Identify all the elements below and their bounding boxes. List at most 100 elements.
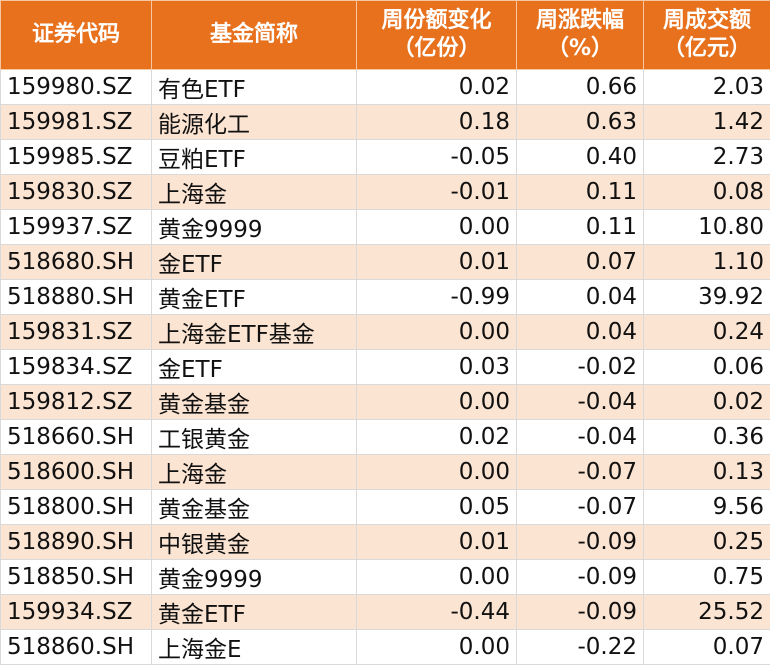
cell-weekly-change: -0.04 (517, 420, 644, 455)
cell-share-change: 0.01 (357, 525, 517, 560)
cell-fund-name: 豆粕ETF (152, 140, 357, 175)
header-turnover-unit: （亿元） (663, 36, 751, 61)
cell-share-change: 0.00 (357, 455, 517, 490)
cell-weekly-change: -0.22 (517, 630, 644, 665)
cell-turnover: 1.10 (644, 245, 770, 280)
cell-share-change: -0.05 (357, 140, 517, 175)
cell-weekly-change: -0.07 (517, 490, 644, 525)
cell-security-code: 518600.SH (1, 455, 152, 490)
cell-turnover: 0.36 (644, 420, 770, 455)
cell-share-change: 0.00 (357, 315, 517, 350)
cell-turnover: 39.92 (644, 280, 770, 315)
table-row: 518680.SH金ETF0.010.071.10 (1, 245, 770, 280)
cell-fund-name: 黄金基金 (152, 490, 357, 525)
cell-weekly-change: -0.07 (517, 455, 644, 490)
cell-security-code: 518890.SH (1, 525, 152, 560)
cell-weekly-change: -0.09 (517, 595, 644, 630)
cell-share-change: 0.02 (357, 420, 517, 455)
table-row: 518850.SH黄金99990.00-0.090.75 (1, 560, 770, 595)
header-fund-name: 基金简称 (152, 1, 357, 70)
cell-fund-name: 中银黄金 (152, 525, 357, 560)
cell-share-change: 0.00 (357, 210, 517, 245)
cell-security-code: 518860.SH (1, 630, 152, 665)
table-row: 518890.SH中银黄金0.01-0.090.25 (1, 525, 770, 560)
cell-share-change: 0.00 (357, 560, 517, 595)
cell-weekly-change: 0.04 (517, 315, 644, 350)
cell-security-code: 159985.SZ (1, 140, 152, 175)
cell-weekly-change: 0.11 (517, 175, 644, 210)
header-security-code-label: 证券代码 (32, 22, 120, 47)
cell-share-change: 0.03 (357, 350, 517, 385)
cell-fund-name: 黄金ETF (152, 280, 357, 315)
cell-weekly-change: -0.04 (517, 385, 644, 420)
cell-security-code: 518660.SH (1, 420, 152, 455)
cell-turnover: 0.13 (644, 455, 770, 490)
header-share-change-label: 周份额变化 (381, 8, 491, 33)
header-weekly-change-label: 周涨跌幅 (536, 8, 624, 33)
cell-security-code: 518680.SH (1, 245, 152, 280)
cell-weekly-change: 0.40 (517, 140, 644, 175)
cell-fund-name: 有色ETF (152, 70, 357, 105)
cell-turnover: 10.80 (644, 210, 770, 245)
table-row: 159812.SZ黄金基金0.00-0.040.02 (1, 385, 770, 420)
cell-fund-name: 黄金9999 (152, 560, 357, 595)
cell-fund-name: 上海金ETF基金 (152, 315, 357, 350)
table-row: 518860.SH上海金E0.00-0.220.07 (1, 630, 770, 665)
cell-turnover: 0.06 (644, 350, 770, 385)
header-security-code: 证券代码 (1, 1, 152, 70)
header-row: 证券代码 基金简称 周份额变化 （亿份） 周涨跌幅 （%） 周成交额 （亿元） (1, 1, 770, 70)
table-row: 518600.SH上海金0.00-0.070.13 (1, 455, 770, 490)
etf-data-table: 证券代码 基金简称 周份额变化 （亿份） 周涨跌幅 （%） 周成交额 （亿元） … (0, 0, 770, 665)
cell-fund-name: 黄金9999 (152, 210, 357, 245)
cell-weekly-change: -0.09 (517, 525, 644, 560)
cell-weekly-change: 0.07 (517, 245, 644, 280)
cell-fund-name: 能源化工 (152, 105, 357, 140)
cell-turnover: 9.56 (644, 490, 770, 525)
table-row: 159834.SZ金ETF0.03-0.020.06 (1, 350, 770, 385)
cell-fund-name: 金ETF (152, 245, 357, 280)
header-weekly-change: 周涨跌幅 （%） (517, 1, 644, 70)
cell-turnover: 0.02 (644, 385, 770, 420)
cell-share-change: 0.02 (357, 70, 517, 105)
table-row: 159830.SZ上海金-0.010.110.08 (1, 175, 770, 210)
cell-security-code: 518850.SH (1, 560, 152, 595)
cell-turnover: 0.25 (644, 525, 770, 560)
cell-fund-name: 上海金 (152, 175, 357, 210)
table-row: 159937.SZ黄金99990.000.1110.80 (1, 210, 770, 245)
cell-fund-name: 黄金基金 (152, 385, 357, 420)
cell-security-code: 518800.SH (1, 490, 152, 525)
cell-security-code: 159812.SZ (1, 385, 152, 420)
cell-share-change: 0.01 (357, 245, 517, 280)
cell-share-change: -0.01 (357, 175, 517, 210)
header-turnover: 周成交额 （亿元） (644, 1, 770, 70)
cell-share-change: -0.99 (357, 280, 517, 315)
header-fund-name-label: 基金简称 (210, 22, 298, 47)
header-share-change: 周份额变化 （亿份） (357, 1, 517, 70)
table-row: 518880.SH黄金ETF-0.990.0439.92 (1, 280, 770, 315)
table-row: 159981.SZ能源化工0.180.631.42 (1, 105, 770, 140)
cell-fund-name: 金ETF (152, 350, 357, 385)
cell-turnover: 0.24 (644, 315, 770, 350)
cell-security-code: 159831.SZ (1, 315, 152, 350)
cell-share-change: -0.44 (357, 595, 517, 630)
table-row: 159831.SZ上海金ETF基金0.000.040.24 (1, 315, 770, 350)
cell-security-code: 159937.SZ (1, 210, 152, 245)
cell-turnover: 2.73 (644, 140, 770, 175)
cell-weekly-change: -0.02 (517, 350, 644, 385)
header-turnover-label: 周成交额 (663, 8, 751, 33)
cell-security-code: 159981.SZ (1, 105, 152, 140)
cell-turnover: 0.07 (644, 630, 770, 665)
cell-share-change: 0.00 (357, 385, 517, 420)
cell-fund-name: 上海金E (152, 630, 357, 665)
cell-turnover: 0.75 (644, 560, 770, 595)
table-row: 159980.SZ有色ETF0.020.662.03 (1, 70, 770, 105)
table-body: 159980.SZ有色ETF0.020.662.03159981.SZ能源化工0… (1, 70, 770, 665)
cell-fund-name: 上海金 (152, 455, 357, 490)
header-weekly-change-unit: （%） (547, 36, 613, 61)
cell-share-change: 0.18 (357, 105, 517, 140)
cell-security-code: 159934.SZ (1, 595, 152, 630)
table-row: 518800.SH黄金基金0.05-0.079.56 (1, 490, 770, 525)
cell-security-code: 159830.SZ (1, 175, 152, 210)
table-row: 159985.SZ豆粕ETF-0.050.402.73 (1, 140, 770, 175)
cell-weekly-change: 0.11 (517, 210, 644, 245)
